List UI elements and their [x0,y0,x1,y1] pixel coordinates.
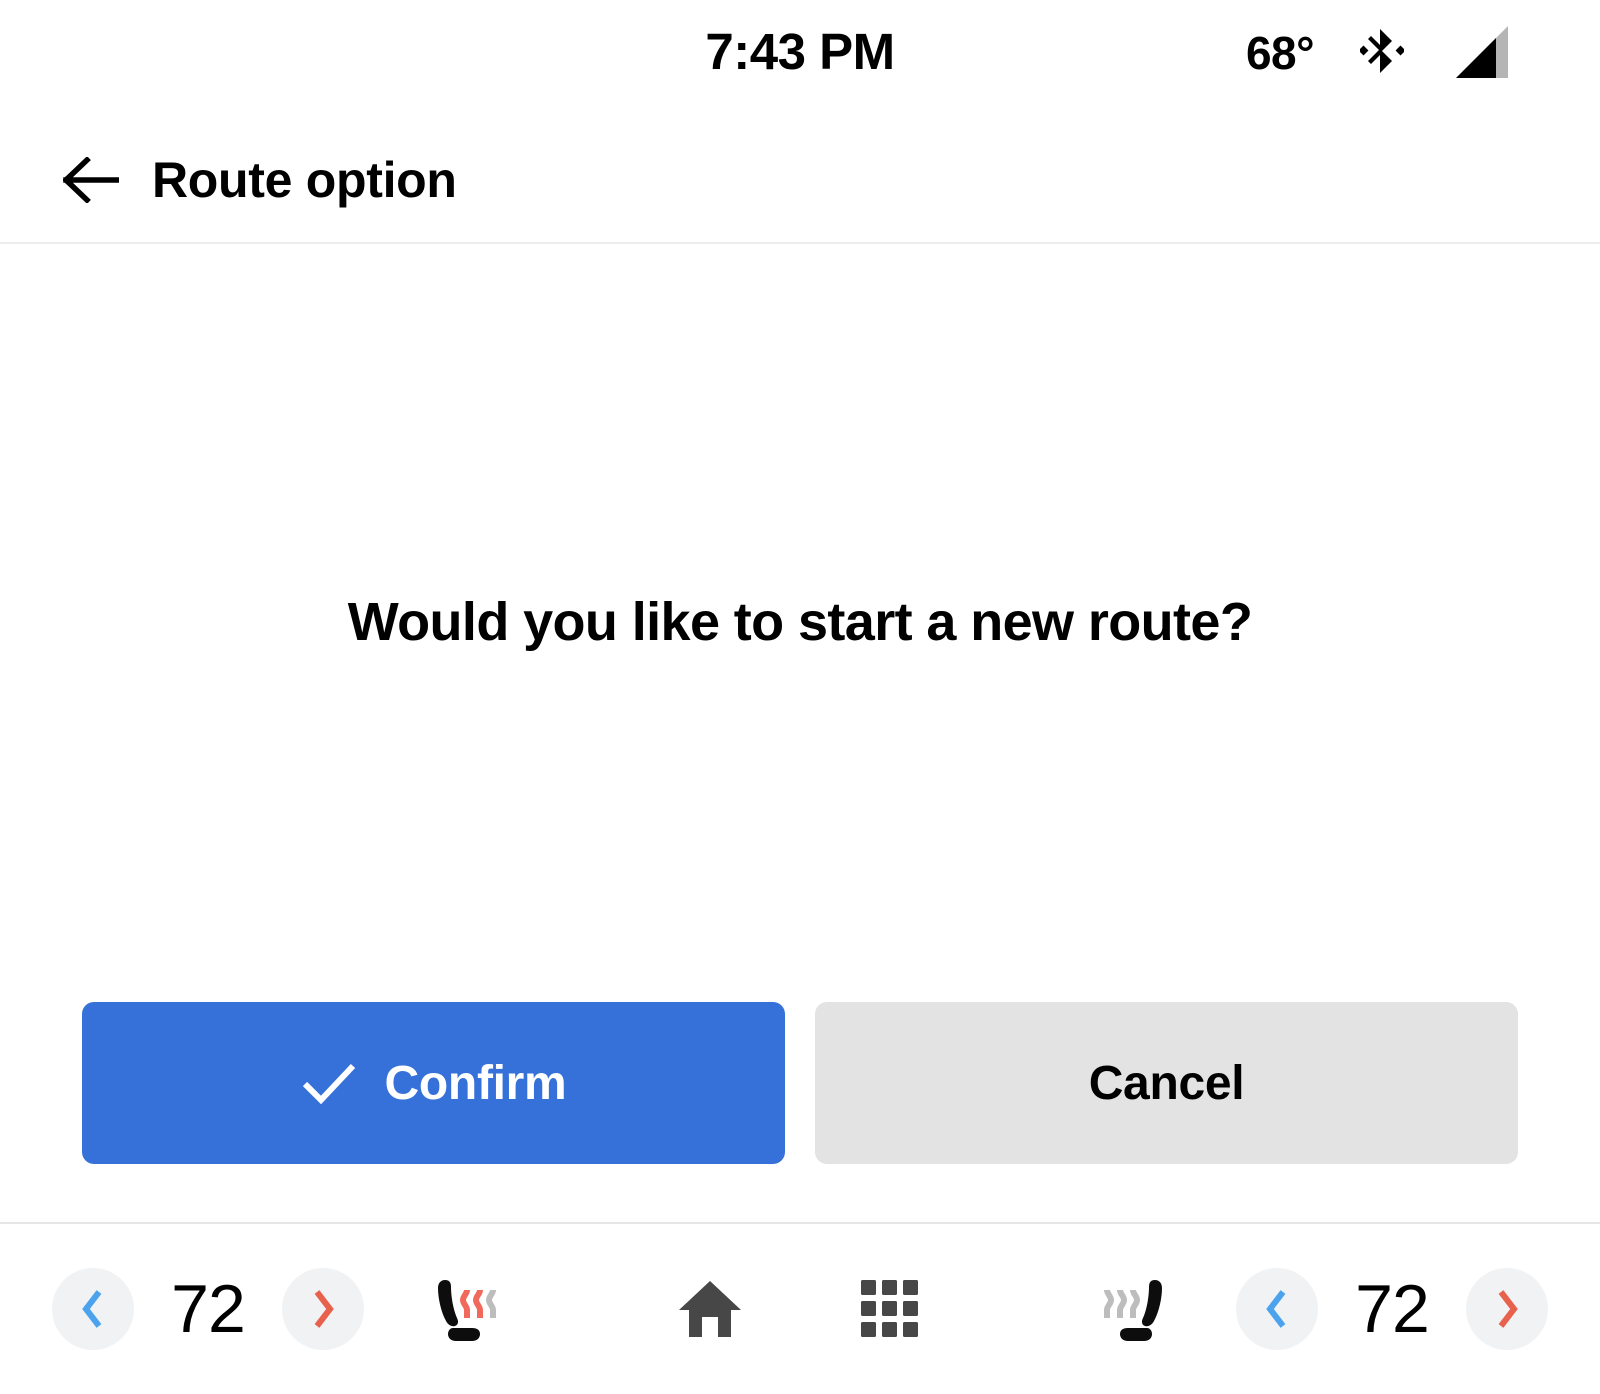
status-bar: 7:43 PM 68° [0,0,1600,118]
chevron-right-icon [308,1287,338,1331]
action-button-row: Confirm Cancel [82,1002,1518,1164]
driver-heated-seat-button[interactable] [412,1261,508,1357]
check-icon [301,1060,357,1106]
confirmation-prompt: Would you like to start a new route? [347,592,1253,652]
climate-control-bar: 72 72 [0,1222,1600,1394]
navigation-shortcuts [508,1263,1092,1355]
apps-button[interactable] [844,1263,936,1355]
home-icon [677,1277,743,1341]
confirm-button-label: Confirm [384,1056,567,1110]
heated-seat-icon [417,1268,503,1350]
back-button[interactable] [60,149,122,211]
confirm-button[interactable]: Confirm [82,1002,785,1164]
driver-temperature-value: 72 [171,1271,246,1347]
apps-grid-icon [859,1278,921,1340]
page-title: Route option [152,152,457,208]
cancel-button-label: Cancel [1088,1056,1245,1110]
chevron-left-icon [78,1287,108,1331]
cancel-button[interactable]: Cancel [815,1002,1518,1164]
passenger-heated-seat-button[interactable] [1092,1261,1188,1357]
app-bar: Route option [0,118,1600,244]
vehicle-infotainment-screen: 7:43 PM 68° Route option Would you like … [0,0,1600,1394]
passenger-temperature-control: 72 [1236,1268,1548,1350]
status-indicators: 68° [1246,22,1512,84]
back-arrow-icon [63,157,119,203]
chevron-left-icon [1262,1287,1292,1331]
cellular-signal-icon [1450,24,1512,82]
passenger-temp-increase-button[interactable] [1466,1268,1548,1350]
home-button[interactable] [664,1263,756,1355]
outside-temperature: 68° [1245,27,1315,79]
driver-temperature-control: 72 [52,1268,364,1350]
chevron-right-icon [1492,1287,1522,1331]
driver-temp-increase-button[interactable] [282,1268,364,1350]
main-content: Would you like to start a new route? Con… [0,244,1600,1222]
passenger-temperature-value: 72 [1355,1271,1430,1347]
heated-seat-icon [1097,1268,1183,1350]
passenger-temp-decrease-button[interactable] [1236,1268,1318,1350]
bluetooth-icon [1360,27,1404,79]
driver-temp-decrease-button[interactable] [52,1268,134,1350]
